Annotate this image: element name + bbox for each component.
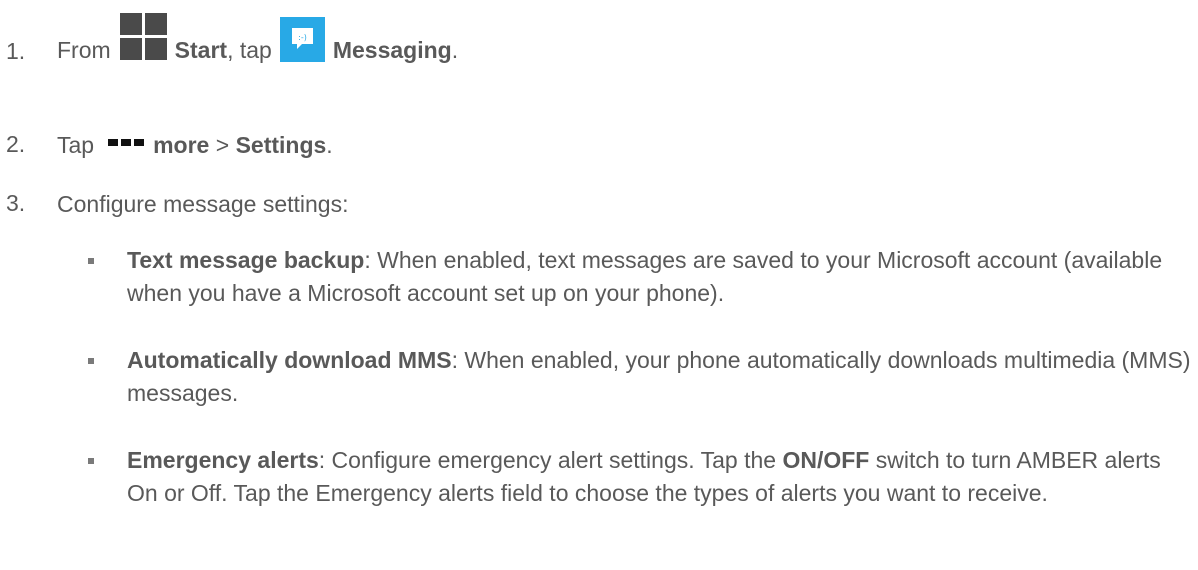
step-number: 3. bbox=[6, 190, 26, 216]
bullet-text: Automatically download MMS: When enabled… bbox=[127, 344, 1192, 410]
start-label: Start bbox=[174, 37, 228, 63]
messaging-label: Messaging bbox=[332, 37, 452, 63]
settings-label: Settings bbox=[235, 132, 327, 158]
from-text: From bbox=[57, 37, 111, 63]
bullet-text: Text message backup: When enabled, text … bbox=[127, 244, 1192, 310]
step-text: Tap more > Settings . bbox=[57, 131, 333, 159]
bullet-marker bbox=[88, 458, 94, 464]
step-3: 3. Configure message settings: bbox=[0, 189, 1198, 219]
bullet-title: Text message backup bbox=[127, 247, 365, 273]
windows-start-icon bbox=[119, 13, 167, 60]
bullet-marker bbox=[88, 358, 94, 364]
comma-tap-text: , tap bbox=[227, 37, 272, 63]
bullet-marker bbox=[88, 258, 94, 264]
step-1: 1. From Start , tap :-) Messaging . bbox=[0, 13, 1198, 67]
step-period: . bbox=[451, 37, 459, 63]
step-text: Configure message settings: bbox=[57, 191, 349, 217]
more-dots-icon bbox=[108, 139, 145, 146]
onoff-label: ON/OFF bbox=[782, 447, 870, 473]
svg-text::-): :-) bbox=[298, 33, 307, 42]
bullet-text: Emergency alerts: Configure emergency al… bbox=[127, 444, 1192, 510]
step-number: 1. bbox=[6, 38, 26, 64]
tap-text: Tap bbox=[57, 132, 95, 158]
bullet-body: : Configure emergency alert settings. Ta… bbox=[318, 447, 783, 473]
step-text: From Start , tap :-) Messaging . bbox=[57, 13, 459, 64]
step-period: . bbox=[326, 132, 333, 158]
separator: > bbox=[209, 131, 235, 159]
messaging-icon: :-) bbox=[279, 17, 325, 62]
more-label: more bbox=[153, 132, 210, 158]
bullet-title: Automatically download MMS bbox=[127, 347, 452, 373]
bullet-title: Emergency alerts bbox=[127, 447, 319, 473]
step-2: 2. Tap more > Settings . bbox=[0, 130, 1198, 160]
step-number: 2. bbox=[6, 131, 26, 157]
separator-symbol: > bbox=[215, 132, 230, 158]
